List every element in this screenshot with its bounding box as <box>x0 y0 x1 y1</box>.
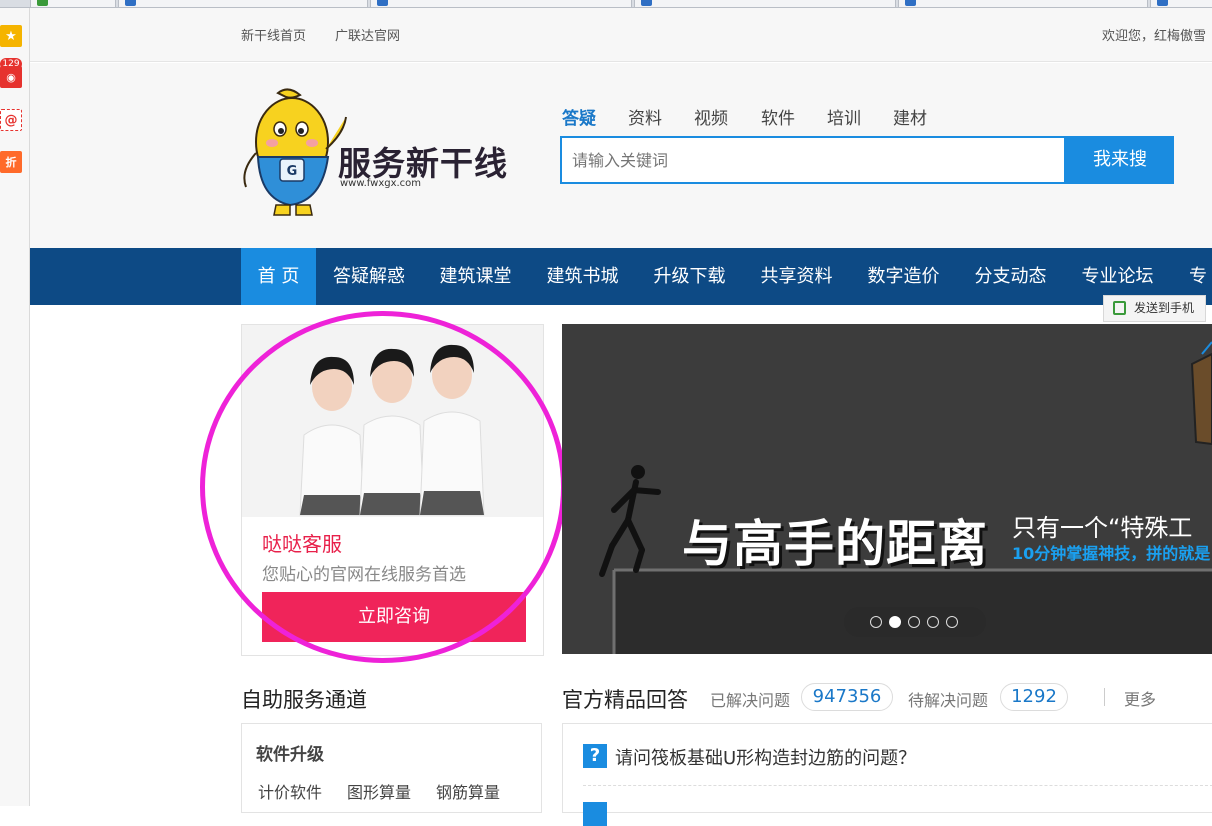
mascot-icon: G <box>243 88 347 216</box>
tab-materials[interactable]: 资料 <box>628 107 662 131</box>
qa-list: ? 请问筏板基础U形构造封边筋的问题？ <box>562 723 1212 826</box>
nav-item-shared-materials[interactable]: 共享资料 <box>743 248 850 305</box>
logo-url: www.fwxgx.com <box>340 178 422 189</box>
more-link[interactable]: 更多 <box>1124 686 1156 710</box>
nav-item-bookstore[interactable]: 建筑书城 <box>529 248 636 305</box>
official-answers-title: 官方精品回答 <box>562 688 688 712</box>
taobao-icon[interactable]: 折 <box>0 151 22 173</box>
carousel-indicators <box>844 607 986 637</box>
main-nav: 首 页 答疑解惑 建筑课堂 建筑书城 升级下载 共享资料 数字造价 分支动态 专… <box>30 248 1212 305</box>
send-to-phone-button[interactable]: 发送到手机 <box>1103 295 1206 322</box>
carousel-dot-active[interactable] <box>889 616 901 628</box>
site-header: G 服务新干线 www.fwxgx.com 答疑 资料 视频 软件 培训 建材 … <box>30 63 1212 248</box>
browser-tab-strip <box>0 0 1212 8</box>
nav-item-downloads[interactable]: 升级下载 <box>636 248 743 305</box>
glodon-site-link[interactable]: 广联达官网 <box>335 29 400 45</box>
carousel-dot[interactable] <box>946 616 958 628</box>
search-input[interactable] <box>560 136 1066 184</box>
phone-icon <box>1113 301 1126 315</box>
divider <box>583 785 1212 786</box>
mail-icon[interactable]: @ <box>0 109 22 131</box>
carousel-dot[interactable] <box>870 616 882 628</box>
nav-item-qa[interactable]: 答疑解惑 <box>316 248 422 305</box>
tab-favicon-icon <box>641 0 652 6</box>
graphic-quantity-link[interactable]: 图形算量 <box>347 779 411 803</box>
carousel-dot[interactable] <box>927 616 939 628</box>
tab-training[interactable]: 培训 <box>827 107 861 131</box>
pending-count: 1292 <box>1000 683 1068 711</box>
tab-favicon-icon <box>905 0 916 6</box>
self-service-title: 自助服务通道 <box>241 688 367 712</box>
tab-building-materials[interactable]: 建材 <box>893 107 927 131</box>
browser-tab[interactable] <box>634 0 896 7</box>
tab-favicon-icon <box>377 0 388 6</box>
tab-answers[interactable]: 答疑 <box>562 107 596 131</box>
consult-now-button[interactable]: 立即咨询 <box>262 592 526 642</box>
banner-tagline: 只有一个“特殊工 <box>1012 514 1193 542</box>
service-staff-image <box>242 325 543 517</box>
nav-item-digital-costing[interactable]: 数字造价 <box>850 248 957 305</box>
service-card-subtitle: 您贴心的官网在线服务首选 <box>262 565 466 585</box>
weibo-icon[interactable]: ◉ <box>0 66 22 88</box>
pending-label: 待解决问题 <box>908 691 989 710</box>
nav-item-branch-news[interactable]: 分支动态 <box>957 248 1064 305</box>
promo-banner[interactable]: 与高手的距离 只有一个“特殊工 10分钟掌握神技，拼的就是 <box>562 324 1212 654</box>
solved-label: 已解决问题 <box>710 691 791 710</box>
top-utility-bar: 新干线首页 广联达官网 欢迎您，红梅傲雪 <box>30 8 1212 62</box>
question-link[interactable]: 请问筏板基础U形构造封边筋的问题？ <box>615 744 916 770</box>
browser-tab[interactable] <box>1150 0 1212 7</box>
browser-tab[interactable] <box>118 0 368 7</box>
browser-tab[interactable] <box>370 0 632 7</box>
browser-tab[interactable] <box>898 0 1148 7</box>
star-icon[interactable]: ★ <box>0 25 22 47</box>
customer-service-card: 哒哒客服 您贴心的官网在线服务首选 立即咨询 <box>241 324 544 656</box>
solved-count: 947356 <box>801 683 893 711</box>
nav-item-home[interactable]: 首 页 <box>241 248 316 305</box>
pricing-software-link[interactable]: 计价软件 <box>258 779 322 803</box>
browser-tab[interactable] <box>30 0 116 7</box>
home-link[interactable]: 新干线首页 <box>241 29 306 45</box>
tab-videos[interactable]: 视频 <box>694 107 728 131</box>
divider <box>1104 688 1105 706</box>
banner-graphic <box>599 341 1212 654</box>
question-icon: ? <box>583 744 607 768</box>
tab-favicon-icon <box>1157 0 1168 6</box>
svg-text:G: G <box>287 164 298 179</box>
banner-subline: 10分钟掌握神技，拼的就是 <box>1012 544 1211 563</box>
carousel-dot[interactable] <box>908 616 920 628</box>
software-upgrade-heading: 软件升级 <box>256 745 324 765</box>
rebar-quantity-link[interactable]: 钢筋算量 <box>436 779 500 803</box>
send-to-phone-label: 发送到手机 <box>1134 301 1195 315</box>
tab-favicon-icon <box>37 0 48 6</box>
tab-favicon-icon <box>125 0 136 6</box>
banner-headline: 与高手的距离 <box>682 515 988 573</box>
site-logo[interactable]: G 服务新干线 www.fwxgx.com <box>240 87 520 217</box>
tab-software[interactable]: 软件 <box>761 107 795 131</box>
nav-item-classroom[interactable]: 建筑课堂 <box>422 248 529 305</box>
welcome-text: 欢迎您，红梅傲雪 <box>1102 29 1207 44</box>
service-staff-photo <box>242 325 543 517</box>
self-service-panel: 软件升级 计价软件 图形算量 钢筋算量 <box>241 723 542 813</box>
browser-sidebar: ★ 129 ◉ @ 折 <box>0 8 30 806</box>
service-card-title: 哒哒客服 <box>262 532 342 556</box>
search-button[interactable]: 我来搜 <box>1066 136 1174 184</box>
